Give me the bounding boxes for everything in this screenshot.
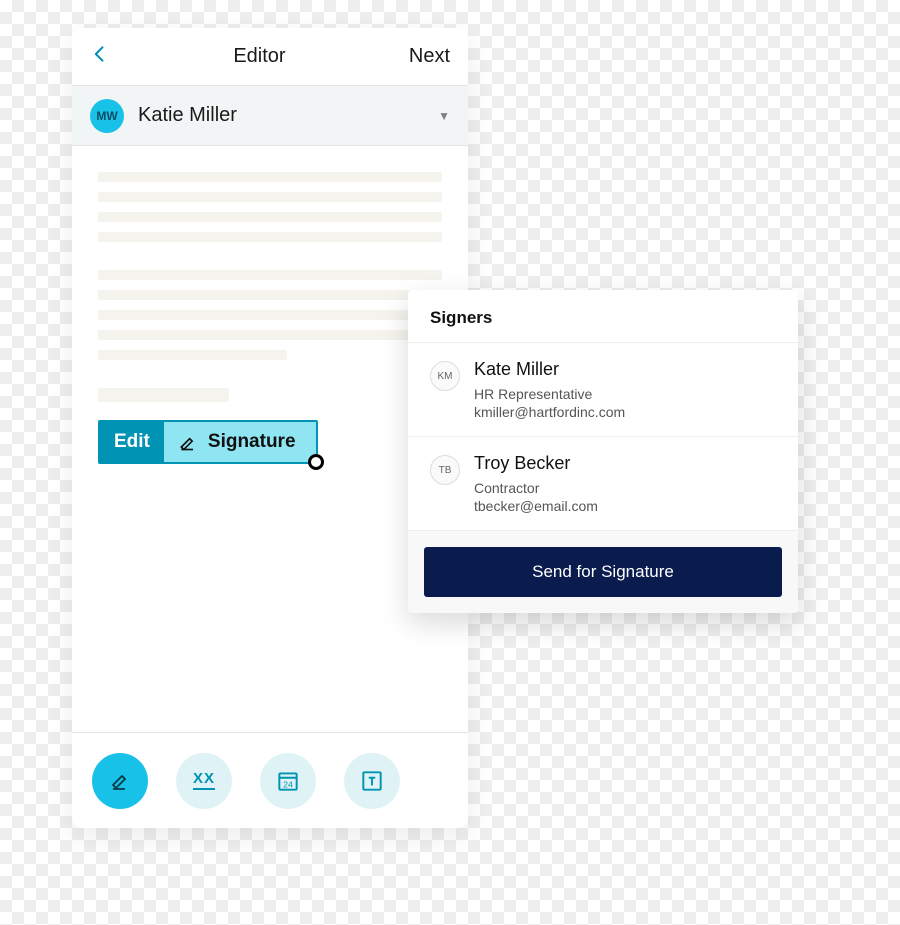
page-title: Editor (110, 45, 409, 68)
avatar: KM (430, 361, 460, 391)
next-button[interactable]: Next (409, 45, 450, 68)
send-for-signature-button[interactable]: Send for Signature (424, 547, 782, 597)
textbox-icon (359, 768, 385, 794)
signer-email: tbecker@email.com (474, 498, 598, 514)
signer-role: HR Representative (474, 386, 625, 402)
initials-icon: XX (193, 771, 215, 790)
calendar-icon: 24 (275, 768, 301, 794)
signature-icon (108, 769, 132, 793)
signer-role: Contractor (474, 480, 598, 496)
placeholder-paragraph (98, 172, 442, 242)
edit-field-button[interactable]: Edit (100, 422, 164, 462)
signer-email: kmiller@hartfordinc.com (474, 404, 625, 420)
tool-signature[interactable] (92, 753, 148, 809)
avatar: MW (90, 99, 124, 133)
tool-initials[interactable]: XX (176, 753, 232, 809)
avatar: TB (430, 455, 460, 485)
svg-text:24: 24 (283, 779, 293, 789)
field-toolbar: XX 24 (72, 732, 468, 828)
caret-down-icon: ▼ (438, 109, 450, 123)
signer-name: Troy Becker (474, 453, 598, 474)
resize-handle[interactable] (308, 454, 324, 470)
current-signer-dropdown[interactable]: MW Katie Miller ▼ (72, 86, 468, 146)
tool-textbox[interactable] (344, 753, 400, 809)
signature-field-label: Signature (208, 431, 296, 453)
signer-row[interactable]: KM Kate Miller HR Representative kmiller… (408, 343, 798, 437)
signer-name: Kate Miller (474, 359, 625, 380)
signers-panel-title: Signers (408, 290, 798, 343)
signature-block: Edit Signature (98, 388, 442, 464)
signer-row[interactable]: TB Troy Becker Contractor tbecker@email.… (408, 437, 798, 531)
signers-panel: Signers KM Kate Miller HR Representative… (408, 290, 798, 613)
signature-field[interactable]: Edit Signature (98, 420, 318, 464)
placeholder-paragraph (98, 270, 442, 360)
signature-field-body[interactable]: Signature (164, 422, 316, 462)
tool-date[interactable]: 24 (260, 753, 316, 809)
current-signer-name: Katie Miller (138, 104, 424, 127)
signature-icon (178, 432, 198, 452)
chevron-left-icon (90, 44, 110, 64)
editor-header: Editor Next (72, 28, 468, 86)
